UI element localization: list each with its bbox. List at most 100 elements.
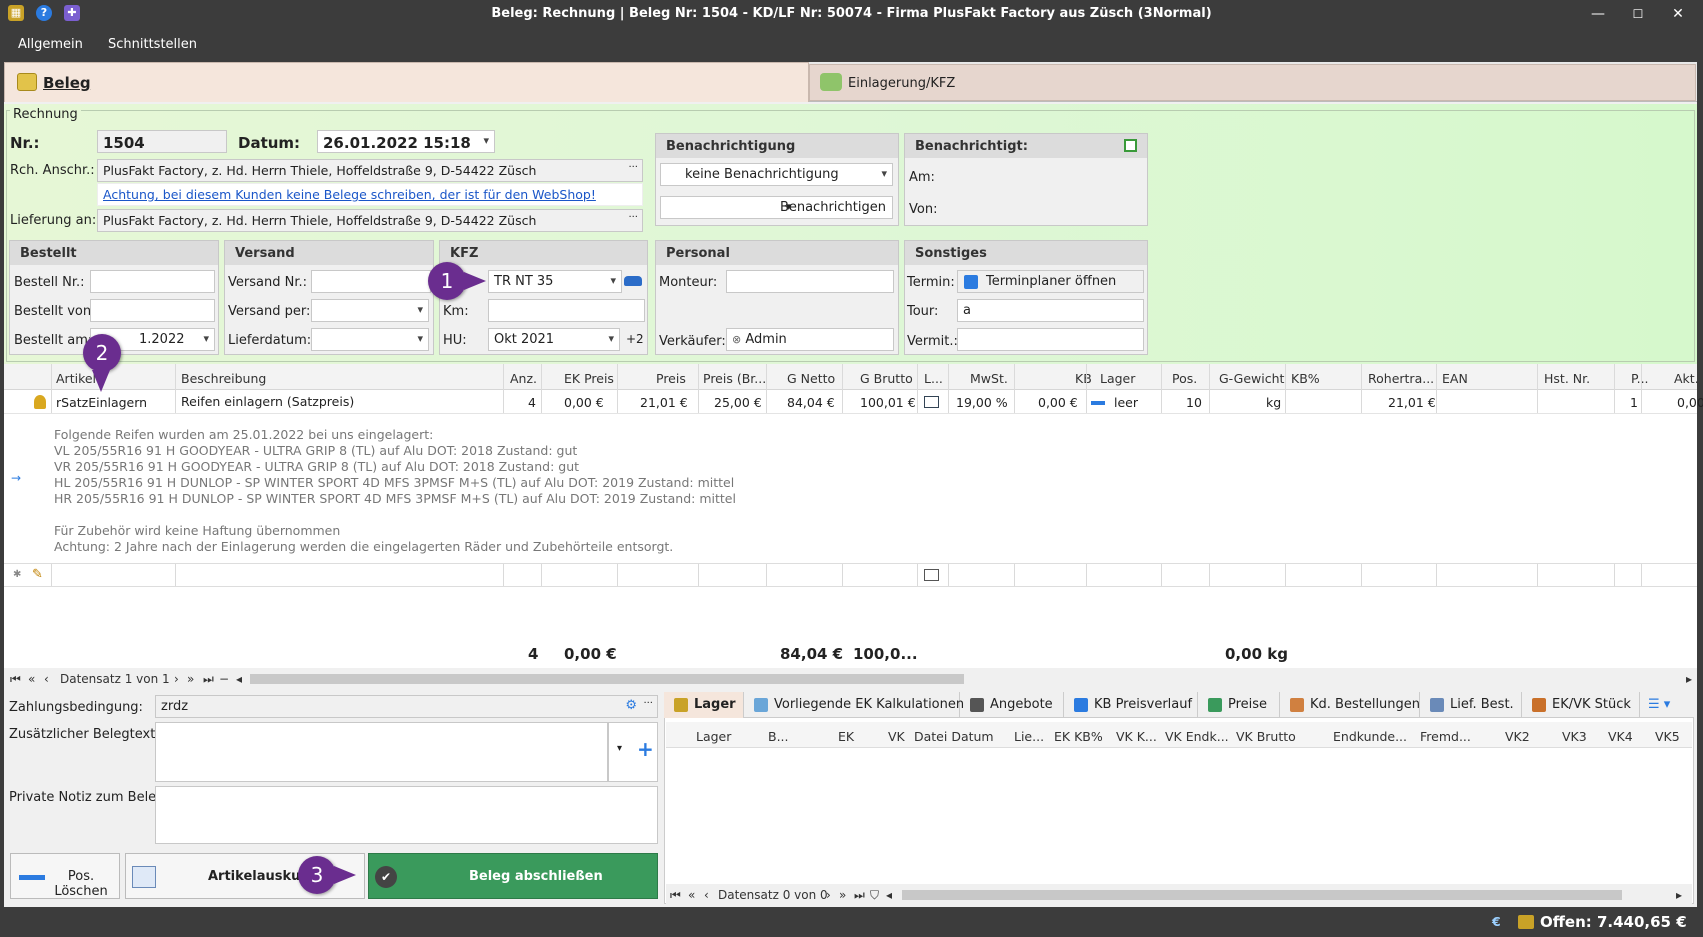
cell-p[interactable]: 1	[1630, 395, 1638, 410]
nav-delete-button[interactable]: −	[219, 672, 229, 686]
km-input[interactable]	[488, 299, 645, 322]
lieferung-more-button[interactable]: ···	[628, 212, 638, 223]
rch-anschr-more-button[interactable]: ···	[628, 162, 638, 173]
benachrichtigung-select[interactable]: keine Benachrichtigung	[660, 163, 893, 186]
lager-scroll-left-icon[interactable]: ◂	[886, 888, 892, 902]
nav-prev-button[interactable]: ‹	[44, 672, 49, 686]
more-tabs-icon[interactable]: ☰ ▾	[1648, 697, 1670, 712]
lager-column-header-5[interactable]: Lie...	[1014, 729, 1044, 744]
nav-next-page-button[interactable]: »	[187, 672, 194, 686]
menu-schnittstellen[interactable]: Schnittstellen	[108, 37, 197, 52]
cell-lager[interactable]: leer	[1114, 395, 1138, 410]
cell-akt[interactable]: 0,00	[1677, 395, 1703, 410]
maximize-button[interactable]: ☐	[1618, 2, 1658, 26]
cell-preis-brutto[interactable]: 25,00 €	[714, 395, 762, 410]
cell-pos[interactable]: 10	[1186, 395, 1202, 410]
column-header-12[interactable]: Pos.	[1172, 371, 1197, 386]
terminplaner-button[interactable]: Terminplaner öffnen	[957, 270, 1144, 293]
column-header-15[interactable]: Rohertra...	[1368, 371, 1434, 386]
lager-nav-prev-button[interactable]: ‹	[704, 888, 709, 902]
cell-ek[interactable]: 0,00 €	[564, 395, 604, 410]
lager-column-header-7[interactable]: VK K...	[1116, 729, 1157, 744]
scroll-left-icon[interactable]: ◂	[236, 672, 242, 686]
column-header-19[interactable]: Akt. Ø	[1674, 371, 1703, 386]
cell-mwst[interactable]: 19,00 %	[956, 395, 1008, 410]
notiz-textarea[interactable]	[155, 786, 658, 844]
horizontal-scrollbar[interactable]	[250, 674, 964, 684]
hu-select[interactable]: Okt 2021	[488, 328, 620, 351]
column-header-4[interactable]: Preis	[656, 371, 686, 386]
column-header-5[interactable]: Preis (Br...	[703, 371, 766, 386]
versand-nr-input[interactable]	[311, 270, 431, 293]
vermit-input[interactable]	[957, 328, 1144, 351]
car-icon[interactable]	[624, 276, 642, 286]
lieferung-field[interactable]: PlusFakt Factory, z. Hd. Herrn Thiele, H…	[97, 209, 643, 232]
nav-last-button[interactable]: ⏭	[203, 672, 214, 687]
lager-column-header-6[interactable]: EK KB%	[1054, 729, 1103, 744]
column-header-9[interactable]: MwSt.	[970, 371, 1008, 386]
benachrichtigen-button[interactable]: ▾ Benachrichtigen	[660, 196, 893, 219]
lager-nav-next-button[interactable]: ›	[826, 888, 831, 902]
verkaeufer-input[interactable]: ⊗ Admin	[726, 328, 894, 351]
new-row[interactable]	[4, 563, 1697, 587]
cell-rohertrag[interactable]: 21,01 €	[1388, 395, 1436, 410]
benachrichtigt-checkbox[interactable]	[1124, 139, 1137, 152]
column-header-13[interactable]: G-Gewicht	[1219, 371, 1284, 386]
lager-column-header-11[interactable]: Fremd...	[1420, 729, 1471, 744]
lager-column-header-2[interactable]: EK	[838, 729, 854, 744]
column-header-2[interactable]: Anz.	[510, 371, 537, 386]
lager-column-header-0[interactable]: Lager	[696, 729, 731, 744]
column-header-16[interactable]: EAN	[1442, 371, 1468, 386]
note-icon[interactable]	[924, 396, 939, 408]
lager-nav-next-page-button[interactable]: »	[839, 888, 846, 902]
lager-column-header-3[interactable]: VK	[888, 729, 905, 744]
lager-horizontal-scrollbar[interactable]	[902, 890, 1622, 900]
lager-column-header-1[interactable]: B...	[768, 729, 789, 744]
versand-per-select[interactable]	[311, 299, 429, 322]
zahlung-field[interactable]: zrdz ⚙ ···	[155, 695, 658, 718]
column-header-17[interactable]: Hst. Nr.	[1544, 371, 1590, 386]
add-plus-icon[interactable]: +	[637, 737, 654, 761]
minimize-button[interactable]: —	[1578, 2, 1618, 26]
hu-extra-count[interactable]: +2	[626, 332, 644, 346]
column-header-8[interactable]: L...	[924, 371, 943, 386]
lager-column-header-14[interactable]: VK4	[1608, 729, 1633, 744]
cell-artikel[interactable]: rSatzEinlagern	[56, 395, 147, 410]
zusatz-textarea[interactable]	[155, 722, 608, 782]
lager-column-header-15[interactable]: VK5	[1655, 729, 1680, 744]
menu-allgemein[interactable]: Allgemein	[18, 37, 83, 52]
column-header-7[interactable]: G Brutto	[860, 371, 913, 386]
datum-field[interactable]: 26.01.2022 15:18	[317, 130, 495, 153]
bestell-nr-input[interactable]	[90, 270, 215, 293]
lager-column-header-8[interactable]: VK Endk...	[1165, 729, 1229, 744]
lager-scroll-right-icon[interactable]: ▸	[1676, 888, 1682, 902]
nav-prev-page-button[interactable]: «	[28, 672, 35, 686]
kfz-kennzeichen-select[interactable]: TR NT 35	[488, 270, 622, 293]
column-header-18[interactable]: P...	[1631, 371, 1649, 386]
beleg-abschliessen-button[interactable]: ✔ Beleg abschließen	[368, 853, 658, 899]
lager-nav-last-button[interactable]: ⏭	[854, 888, 865, 903]
zusatz-dropdown-icon[interactable]: ▾	[617, 743, 622, 754]
clear-icon[interactable]: ⊗	[732, 333, 741, 346]
cell-gewicht[interactable]: kg	[1266, 395, 1281, 410]
cell-g-brutto[interactable]: 100,01 €	[860, 395, 916, 410]
column-header-14[interactable]: KB%	[1291, 371, 1320, 386]
tab-einlagerung[interactable]: Einlagerung/KFZ	[809, 64, 1696, 101]
bottom-tab-1[interactable]: Vorliegende EK Kalkulationen	[744, 692, 964, 718]
nav-next-button[interactable]: ›	[174, 672, 179, 686]
cell-beschreibung[interactable]: Reifen einlagern (Satzpreis)	[181, 394, 354, 409]
column-header-1[interactable]: Beschreibung	[181, 371, 266, 386]
column-header-0[interactable]: Artikel	[56, 371, 96, 386]
lager-column-header-10[interactable]: Endkunde...	[1333, 729, 1407, 744]
column-header-6[interactable]: G Netto	[787, 371, 835, 386]
pos-loeschen-button[interactable]: Pos. Löschen	[10, 853, 120, 899]
column-header-3[interactable]: EK Preis	[564, 371, 614, 386]
nav-first-button[interactable]: ⏮	[10, 672, 21, 687]
close-button[interactable]: ✕	[1658, 2, 1698, 26]
cell-anz[interactable]: 4	[528, 395, 536, 410]
settings-gear-icon[interactable]: ⚙	[625, 698, 637, 713]
tour-input[interactable]: a	[957, 299, 1144, 322]
new-note-icon[interactable]	[924, 569, 939, 581]
lieferdatum-input[interactable]	[311, 328, 429, 351]
monteur-input[interactable]	[726, 270, 894, 293]
